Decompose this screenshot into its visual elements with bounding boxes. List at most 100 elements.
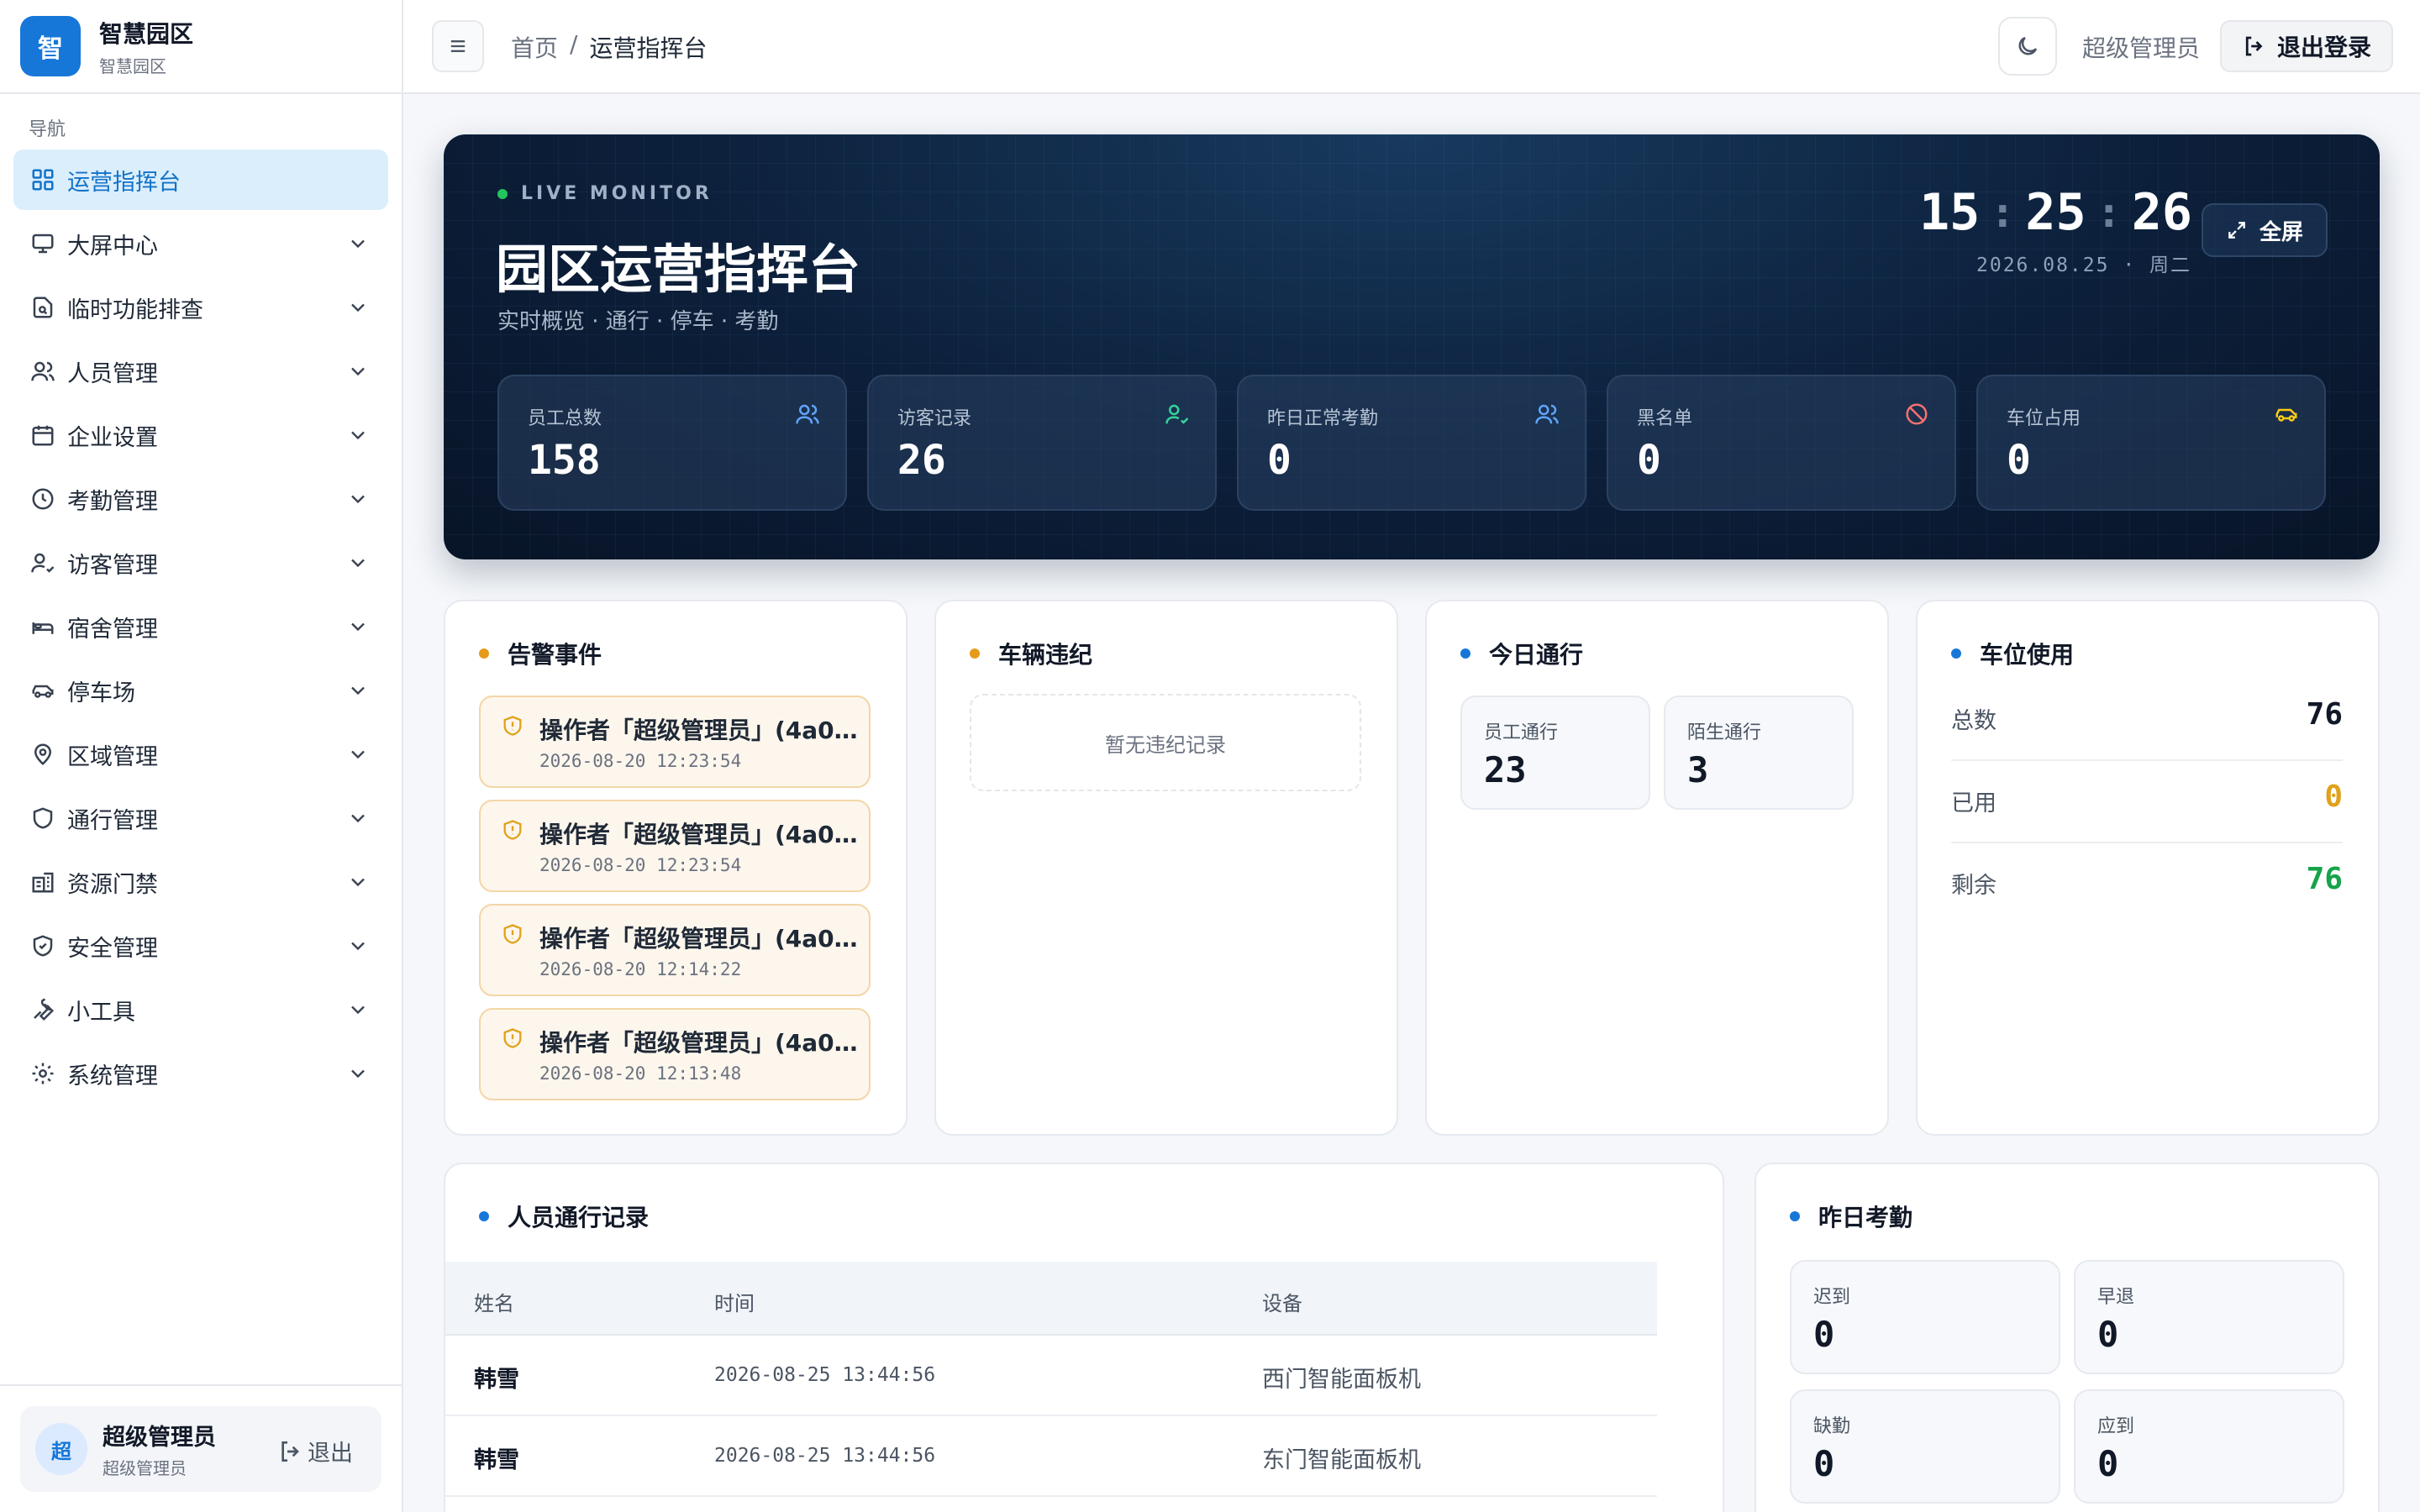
pass-records-title: 人员通行记录 [508, 1204, 650, 1231]
sidebar-item-access[interactable]: 通行管理 [13, 788, 388, 848]
menu-toggle-button[interactable] [432, 20, 484, 72]
column-header[interactable]: 设备 [1262, 1287, 1302, 1316]
mini-label: 陌生通行 [1687, 722, 1762, 743]
alarm-item[interactable]: 操作者「超级管理员」(4a0... 2026-08-20 12:14:22 [479, 904, 871, 996]
sidebar-item-enterprise[interactable]: 企业设置 [13, 405, 388, 465]
stat-label: 黑名单 [1637, 408, 1693, 429]
table-row[interactable]: 韩雪 2026-08-25 13:44:56 东门智能面板机 [445, 1416, 1657, 1497]
stat-card-blacklist[interactable]: 黑名单 0 [1607, 375, 1956, 511]
brand[interactable]: 智 智慧园区 智慧园区 [0, 0, 402, 94]
sidebar: 智 智慧园区 智慧园区 导航 运营指挥台 大屏中心 临时功能排查 人员管理 企业… [0, 0, 403, 1512]
attendance-panel: 昨日考勤 迟到 0 早退 0 缺勤 0 应到 0 [1754, 1163, 2380, 1512]
mini-label: 早退 [2097, 1287, 2135, 1308]
sidebar-item-label: 资源门禁 [67, 871, 158, 898]
sidebar-item-label: 通行管理 [67, 807, 158, 834]
traffic-card-stranger[interactable]: 陌生通行 3 [1664, 696, 1854, 810]
alarm-panel: 告警事件 操作者「超级管理员」(4a0... 2026-08-20 12:23:… [444, 600, 908, 1136]
alarm-item[interactable]: 操作者「超级管理员」(4a0... 2026-08-20 12:23:54 [479, 800, 871, 892]
map-pin-icon [29, 740, 57, 769]
attendance-card-late[interactable]: 迟到 0 [1790, 1260, 2060, 1374]
mini-label: 缺勤 [1813, 1416, 1851, 1437]
alarm-item[interactable]: 操作者「超级管理员」(4a0... 2026-08-20 12:13:48 [479, 1008, 871, 1100]
stat-card-visitors[interactable]: 访客记录 26 [867, 375, 1217, 511]
sidebar-item-security[interactable]: 安全管理 [13, 916, 388, 976]
parking-label: 已用 [1951, 790, 1996, 816]
attendance-card-early-leave[interactable]: 早退 0 [2074, 1260, 2344, 1374]
violation-panel: 车辆违纪 暂无违纪记录 [934, 600, 1398, 1136]
gear-icon [29, 1059, 57, 1088]
chevron-down-icon [351, 239, 365, 249]
user-role: 超级管理员 [103, 1458, 187, 1478]
chevron-down-icon [351, 814, 365, 823]
parking-label: 总数 [1951, 708, 1996, 734]
page-title: 园区运营指挥台 [496, 239, 861, 300]
sidebar-item-temp-check[interactable]: 临时功能排查 [13, 277, 388, 338]
breadcrumb: 首页 / 运营指挥台 [511, 30, 707, 64]
chevron-down-icon [351, 1005, 365, 1015]
sidebar-item-area[interactable]: 区域管理 [13, 724, 388, 785]
breadcrumb-current: 运营指挥台 [589, 34, 708, 62]
top-header: 首页 / 运营指挥台 超级管理员 退出登录 [403, 0, 2420, 94]
table-row[interactable]: 韩雪 2026-08-25 13:44:56 西门智能面板机 [445, 1336, 1657, 1416]
chevron-down-icon [351, 686, 365, 696]
title-dot [1951, 648, 1961, 659]
attendance-card-expected[interactable]: 应到 0 [2074, 1389, 2344, 1504]
alarm-time: 2026-08-20 12:13:48 [539, 1063, 742, 1084]
users-icon [1535, 404, 1559, 424]
car-icon [2275, 408, 2297, 422]
panel-title: 人员通行记录 [479, 1200, 649, 1233]
shield-alert-icon [503, 820, 522, 840]
chevron-down-icon [351, 878, 365, 887]
chevron-down-icon [351, 495, 365, 504]
sidebar-item-label: 访客管理 [67, 552, 158, 579]
sidebar-item-dashboard[interactable]: 运营指挥台 [13, 150, 388, 210]
alarm-title: 告警事件 [508, 641, 602, 669]
alarm-time: 2026-08-20 12:23:54 [539, 855, 742, 875]
attendance-card-absent[interactable]: 缺勤 0 [1790, 1389, 2060, 1504]
cell-device: 东门智能面板机 [1262, 1447, 1421, 1473]
sidebar-item-big-screen[interactable]: 大屏中心 [13, 213, 388, 274]
nav-caption: 导航 [29, 119, 66, 140]
sidebar-item-label: 停车场 [67, 680, 135, 706]
stat-card-employees[interactable]: 员工总数 158 [497, 375, 847, 511]
cell-name: 韩雪 [474, 1447, 519, 1473]
breadcrumb-separator: / [570, 30, 578, 58]
stat-card-attendance[interactable]: 昨日正常考勤 0 [1237, 375, 1586, 511]
sidebar-logout-button[interactable]: 退出 [277, 1435, 353, 1467]
sidebar-item-label: 运营指挥台 [67, 169, 181, 196]
shield-alert-icon [503, 716, 522, 736]
table-header: 姓名 时间 设备 [445, 1262, 1657, 1336]
traffic-panel: 今日通行 员工通行 23 陌生通行 3 [1425, 600, 1889, 1136]
traffic-card-employee[interactable]: 员工通行 23 [1460, 696, 1650, 810]
stat-card-parking[interactable]: 车位占用 0 [1976, 375, 2326, 511]
command-hero: LIVE MONITOR 园区运营指挥台 实时概览 · 通行 · 停车 · 考勤… [444, 134, 2380, 559]
sidebar-divider [0, 1384, 402, 1386]
panel-title: 今日通行 [1460, 637, 1583, 670]
chevron-down-icon [351, 1069, 365, 1079]
brand-subtitle: 智慧园区 [99, 55, 166, 76]
fullscreen-button[interactable]: 全屏 [2202, 203, 2328, 257]
sidebar-item-dormitory[interactable]: 宿舍管理 [13, 596, 388, 657]
chevron-down-icon [351, 750, 365, 759]
theme-toggle-button[interactable] [1998, 17, 2057, 76]
parking-title: 车位使用 [1980, 641, 2075, 669]
live-dot [497, 188, 508, 199]
users-icon [29, 357, 57, 386]
alarm-item[interactable]: 操作者「超级管理员」(4a0... 2026-08-20 12:23:54 [479, 696, 871, 788]
clock-separator: : [1990, 188, 2016, 237]
logout-button[interactable]: 退出登录 [2220, 20, 2393, 72]
column-header[interactable]: 姓名 [474, 1287, 514, 1316]
sidebar-item-tools[interactable]: 小工具 [13, 979, 388, 1040]
sidebar-logout-label: 退出 [308, 1441, 353, 1467]
sidebar-item-attendance[interactable]: 考勤管理 [13, 469, 388, 529]
user-card: 超 超级管理员 超级管理员 退出 [20, 1406, 381, 1492]
sidebar-item-resource-gate[interactable]: 资源门禁 [13, 852, 388, 912]
chevron-down-icon [351, 303, 365, 312]
column-header[interactable]: 时间 [714, 1287, 755, 1316]
breadcrumb-home[interactable]: 首页 [511, 30, 558, 64]
sidebar-item-visitors[interactable]: 访客管理 [13, 533, 388, 593]
sidebar-item-system[interactable]: 系统管理 [13, 1043, 388, 1104]
stat-label: 员工总数 [528, 408, 602, 429]
sidebar-item-personnel[interactable]: 人员管理 [13, 341, 388, 402]
sidebar-item-parking[interactable]: 停车场 [13, 660, 388, 721]
